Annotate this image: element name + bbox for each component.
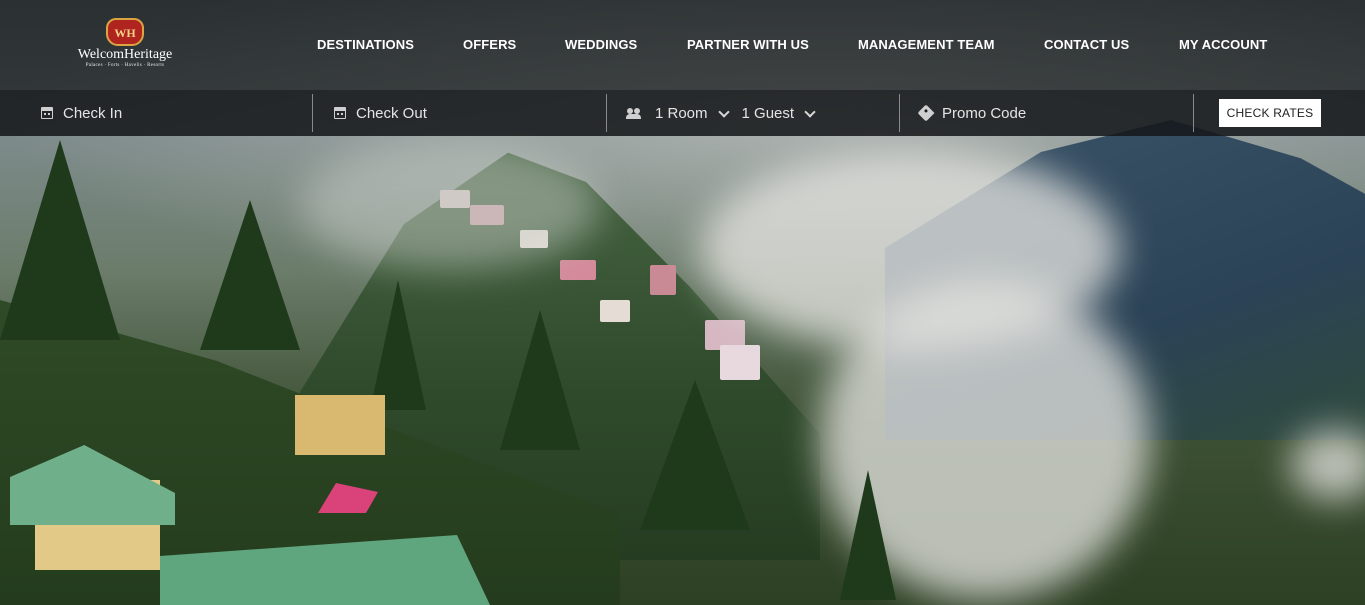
nav-contact-us[interactable]: CONTACT US [1044,37,1129,52]
chevron-down-icon [804,105,816,118]
promo-code-field[interactable]: Promo Code [917,90,1180,136]
nav-my-account[interactable]: MY ACCOUNT [1179,37,1267,52]
divider [606,94,607,132]
hero-house [720,345,760,380]
hero-house [600,300,630,322]
hero-tree [0,140,120,340]
hero-house [650,265,676,295]
nav-management-team[interactable]: MANAGEMENT TEAM [858,37,995,52]
hero-house [560,260,596,280]
hero-tree [840,470,896,600]
brand-tagline: Palaces · Forts · Havelis · Resorts [85,63,165,68]
guests-value: 1 Guest [741,104,795,122]
divider [899,94,900,132]
nav-partner-with-us[interactable]: PARTNER WITH US [687,37,809,52]
check-in-field[interactable]: Check In [41,90,301,136]
rooms-select[interactable]: 1 Room [655,104,730,122]
booking-bar: Check In Check Out 1 Room 1 Guest Promo … [0,90,1365,136]
hero-cloud [300,140,600,270]
divider [312,94,313,132]
hero-tree [370,280,426,410]
nav-weddings[interactable]: WEDDINGS [565,37,637,52]
nav-offers[interactable]: OFFERS [463,37,516,52]
hero-building [295,395,385,455]
tag-icon [917,104,935,122]
site-header: WH WelcomHeritage Palaces · Forts · Have… [0,0,1365,90]
check-out-label: Check Out [356,104,427,122]
rooms-value: 1 Room [655,104,708,122]
divider [1193,94,1194,132]
hero-tree [500,310,580,450]
nav-destinations[interactable]: DESTINATIONS [317,37,414,52]
check-out-field[interactable]: Check Out [334,90,594,136]
hero-cloud [1290,430,1365,500]
brand-name: WelcomHeritage [77,47,173,62]
chevron-down-icon [717,105,730,118]
check-in-label: Check In [63,104,123,122]
brand-logo[interactable]: WH WelcomHeritage Palaces · Forts · Have… [70,18,180,74]
hero-tree [200,200,300,350]
promo-code-placeholder: Promo Code [942,104,1027,122]
calendar-icon [41,107,53,119]
hero-tree [640,380,750,530]
calendar-icon [334,107,346,119]
guests-select[interactable]: 1 Guest [741,104,816,122]
logo-crest-icon: WH [106,18,144,46]
people-icon [626,108,642,119]
room-guest-selector: 1 Room 1 Guest [626,90,886,136]
check-rates-button[interactable]: CHECK RATES [1219,99,1321,127]
